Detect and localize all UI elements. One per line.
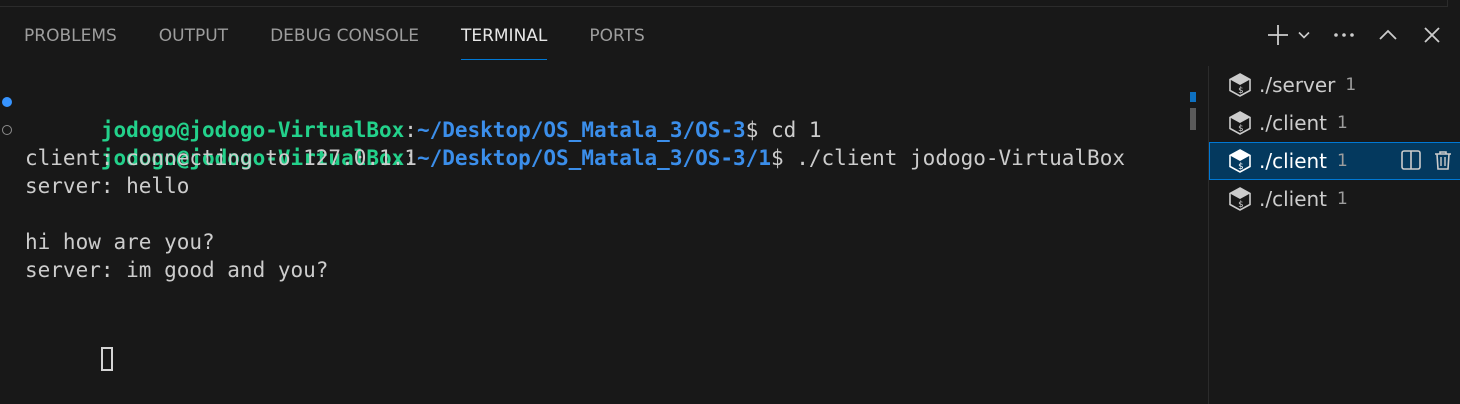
terminal-tab-label: ./server: [1259, 73, 1336, 97]
terminal-tab-label: ./client: [1259, 111, 1328, 135]
terminal-tab-label: ./client: [1259, 187, 1328, 211]
output-line: hi how are you?: [25, 230, 215, 254]
terminal-panel: PROBLEMS OUTPUT DEBUG CONSOLE TERMINAL P…: [0, 0, 1460, 404]
output-line: server: hello: [25, 174, 190, 198]
editor-divider-corner: [1447, 0, 1460, 7]
editor-divider: [0, 0, 1448, 7]
close-icon[interactable]: [1418, 21, 1446, 49]
terminal-bash-icon: $: [1227, 186, 1253, 212]
scrollbar-marker: [1190, 92, 1196, 102]
output-line: server: im good and you?: [25, 258, 329, 282]
terminal-tab-count: 1: [1345, 75, 1357, 95]
terminal-tab-client[interactable]: $ ./client 1: [1209, 104, 1460, 142]
svg-text:$: $: [1238, 86, 1243, 96]
svg-text:$: $: [1238, 124, 1243, 134]
chevron-down-icon[interactable]: [1294, 21, 1314, 49]
plus-icon[interactable]: [1264, 21, 1292, 49]
terminal-bash-icon: $: [1227, 148, 1253, 174]
ellipsis-icon[interactable]: [1330, 21, 1358, 49]
terminal-tab-client-selected[interactable]: $ ./client 1: [1209, 142, 1460, 180]
trash-icon[interactable]: [1432, 149, 1454, 171]
split-terminal-icon[interactable]: [1400, 149, 1422, 171]
chevron-up-icon[interactable]: [1374, 21, 1402, 49]
scrollbar-thumb[interactable]: [1190, 108, 1196, 130]
terminal-bash-icon: $: [1227, 72, 1253, 98]
terminal-bash-icon: $: [1227, 110, 1253, 136]
terminal-cursor: [100, 347, 113, 371]
terminal-line: jodogo@jodogo-VirtualBox:~/Desktop/OS_Ma…: [0, 88, 1190, 142]
svg-text:$: $: [1238, 200, 1243, 210]
tab-debug-console[interactable]: DEBUG CONSOLE: [270, 14, 419, 48]
panel-tabs: PROBLEMS OUTPUT DEBUG CONSOLE TERMINAL P…: [0, 14, 663, 60]
output-line: client: connecting to 127.0.1.1: [25, 146, 417, 170]
panel-actions: [1264, 18, 1446, 52]
terminal-output[interactable]: jodogo@jodogo-VirtualBox:~/Desktop/OS_Ma…: [0, 88, 1190, 404]
terminal-tab-count: 1: [1337, 189, 1348, 209]
svg-text:$: $: [1238, 162, 1243, 172]
command-running-mark[interactable]: [2, 125, 12, 135]
terminal-tab-label: ./client: [1259, 149, 1328, 173]
tab-terminal[interactable]: TERMINAL: [460, 14, 548, 60]
terminal-tab-actions: [1400, 149, 1454, 171]
tab-problems[interactable]: PROBLEMS: [24, 14, 117, 48]
input-line[interactable]: [0, 312, 1190, 371]
terminal-tabs-list: $ ./server 1 $ ./client 1 $ ./client 1 $…: [1208, 66, 1460, 404]
terminal-tab-count: 1: [1337, 113, 1348, 133]
terminal-tab-client[interactable]: $ ./client 1: [1209, 180, 1460, 218]
tab-output[interactable]: OUTPUT: [159, 14, 228, 48]
command-success-mark[interactable]: [2, 97, 12, 107]
terminal-line: jodogo@jodogo-VirtualBox:~/Desktop/OS_Ma…: [0, 116, 1190, 170]
tab-ports[interactable]: PORTS: [589, 14, 644, 48]
terminal-tab-server[interactable]: $ ./server 1: [1209, 66, 1460, 104]
terminal-tab-count: 1: [1337, 151, 1348, 171]
